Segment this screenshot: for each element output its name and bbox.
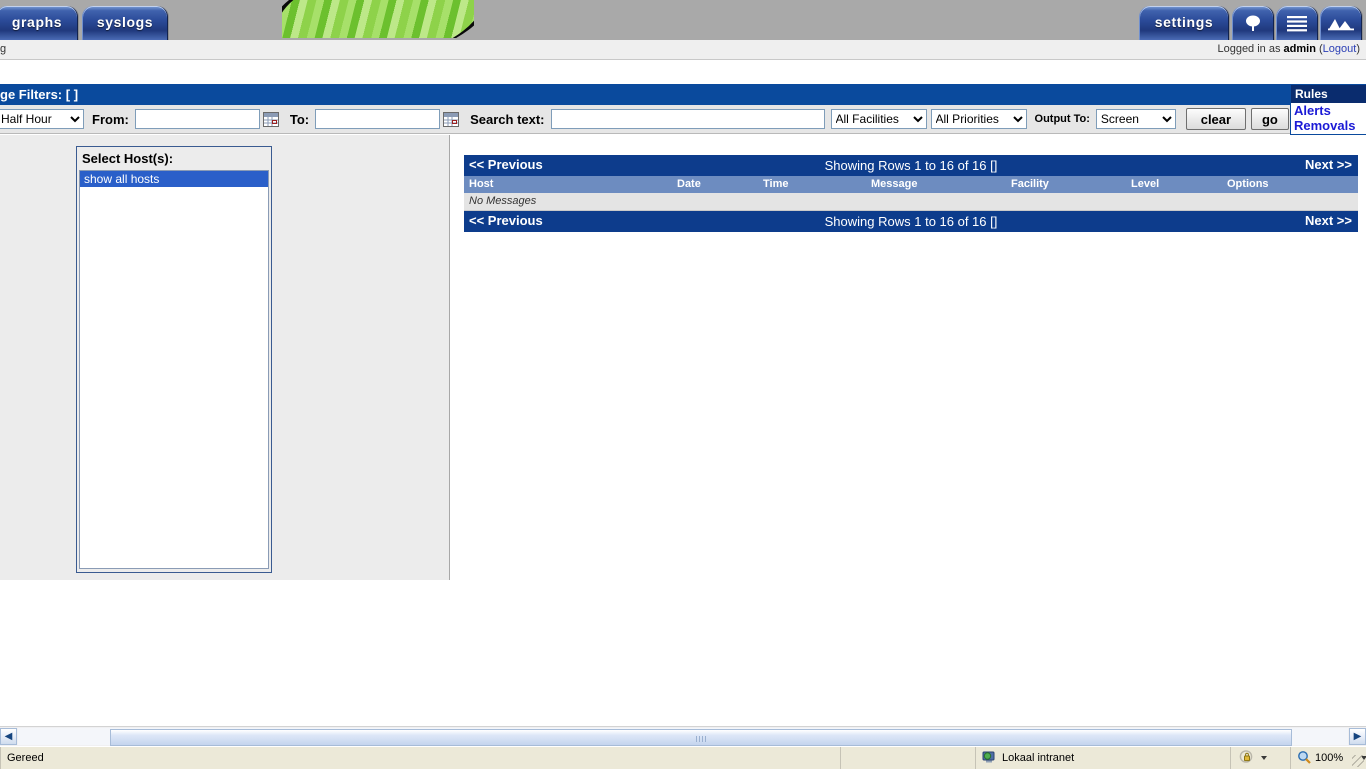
status-text: Gereed [0, 747, 847, 769]
scrollbar-thumb[interactable] [110, 729, 1292, 746]
tab-chart-view[interactable] [1320, 6, 1362, 40]
top-navigation-bar: graphs syslogs settings [0, 0, 1366, 42]
from-date-input[interactable] [134, 109, 260, 129]
rules-header: Rules [1291, 85, 1366, 103]
security-settings-segment[interactable] [1230, 747, 1299, 769]
calendar-icon-from[interactable] [262, 111, 279, 127]
column-header-level[interactable]: Level [1131, 178, 1159, 190]
go-button[interactable]: go [1250, 108, 1289, 130]
filters-title-suffix: [ ] [65, 87, 79, 102]
host-selection-panel: Select Host(s): show all hosts [0, 135, 450, 580]
column-header-date[interactable]: Date [677, 178, 701, 190]
showing-rows-top: Showing Rows 1 to 16 of 16 [] [824, 158, 998, 173]
browser-content-area: graphs syslogs settings g Logged in as a… [0, 0, 1366, 726]
tab-graphs[interactable]: graphs [0, 6, 78, 40]
tab-graphs-label: graphs [11, 14, 63, 30]
logo-green-stripes [282, 0, 474, 38]
tab-list-view[interactable] [1276, 6, 1318, 40]
logged-in-text: Logged in as admin (Logout) [1217, 43, 1360, 55]
output-to-select[interactable]: Screen [1095, 109, 1176, 129]
list-lines-icon [1286, 14, 1308, 32]
column-header-host[interactable]: Host [469, 178, 493, 190]
filters-controls-row: Half Hour From: To: Search text: All Fac… [0, 105, 1290, 134]
select-hosts-box: Select Host(s): show all hosts [76, 146, 272, 573]
column-header-facility[interactable]: Facility [1011, 178, 1049, 190]
to-label: To: [289, 111, 310, 127]
app-logo [282, 0, 474, 38]
showing-rows-bottom: Showing Rows 1 to 16 of 16 [] [824, 214, 998, 229]
column-header-message[interactable]: Message [871, 178, 917, 190]
time-range-select[interactable]: Half Hour [0, 109, 84, 129]
logout-paren-close: ) [1356, 43, 1360, 55]
calendar-icon-to[interactable] [443, 111, 460, 127]
browser-status-bar: Gereed Lokaal intranet 100% [0, 746, 1366, 769]
tab-syslogs-label: syslogs [96, 14, 154, 30]
to-date-input[interactable] [315, 109, 441, 129]
tab-settings-label: settings [1154, 14, 1214, 30]
pagination-top: << Previous Showing Rows 1 to 16 of 16 [… [464, 155, 1358, 176]
status-segment-empty-1 [840, 747, 976, 769]
no-messages-row: No Messages [464, 193, 1358, 211]
output-to-label: Output To: [1034, 113, 1090, 125]
filters-title-label: ge Filters: [0, 87, 63, 102]
filters-title-bar: ge Filters: [ ] [0, 84, 1290, 105]
tab-settings[interactable]: settings [1139, 6, 1229, 40]
search-text-label: Search text: [470, 111, 545, 127]
scrollbar-thumb-grip [696, 736, 706, 742]
logout-paren-open: ( [1315, 43, 1323, 55]
tree-icon [1243, 13, 1263, 33]
security-dropdown-caret[interactable] [1261, 756, 1267, 760]
pagination-bottom: << Previous Showing Rows 1 to 16 of 16 [… [464, 211, 1358, 232]
tab-syslogs[interactable]: syslogs [82, 6, 168, 40]
next-link-bottom[interactable]: Next >> [1305, 213, 1352, 228]
zoom-level-label: 100% [1315, 752, 1344, 764]
resize-grip[interactable] [1352, 755, 1364, 767]
column-header-time[interactable]: Time [763, 178, 788, 190]
monitor-globe-icon [982, 750, 996, 767]
rules-link-alerts[interactable]: Alerts [1294, 103, 1366, 118]
security-zone-label: Lokaal intranet [1002, 752, 1075, 764]
from-label: From: [92, 111, 129, 127]
next-link-top[interactable]: Next >> [1305, 157, 1352, 172]
lock-icon [1239, 749, 1254, 767]
scroll-left-arrow[interactable]: ◀ [0, 728, 17, 745]
session-bar: g Logged in as admin (Logout) [0, 40, 1366, 60]
rules-panel: Rules Alerts Removals [1290, 84, 1366, 135]
clear-button[interactable]: clear [1185, 108, 1246, 130]
host-listbox[interactable]: show all hosts [79, 170, 269, 569]
rules-links: Alerts Removals [1291, 103, 1366, 134]
mountain-chart-icon [1328, 15, 1354, 31]
host-option-show-all[interactable]: show all hosts [80, 171, 268, 187]
scrollbar-track[interactable] [18, 728, 1348, 746]
security-zone-segment[interactable]: Lokaal intranet [975, 747, 1237, 769]
tab-tree-view[interactable] [1232, 6, 1274, 40]
scroll-right-arrow[interactable]: ▶ [1349, 728, 1366, 745]
logged-in-username: admin [1283, 43, 1316, 55]
priority-select[interactable]: All Priorities [930, 109, 1027, 129]
facility-select[interactable]: All Facilities [830, 109, 927, 129]
select-hosts-label: Select Host(s): [82, 151, 174, 166]
logged-in-prefix: Logged in as [1217, 43, 1284, 55]
search-text-input[interactable] [550, 109, 825, 129]
clipped-left-text: g [0, 43, 7, 55]
syslog-results-table: << Previous Showing Rows 1 to 16 of 16 [… [464, 155, 1358, 232]
magnifier-icon [1297, 750, 1311, 767]
column-header-options: Options [1227, 178, 1269, 190]
horizontal-scrollbar[interactable]: ◀ ▶ [0, 726, 1366, 746]
logout-link[interactable]: Logout [1323, 43, 1357, 55]
rules-link-removals[interactable]: Removals [1294, 118, 1366, 133]
table-header-row: Host Date Time Message Facility Level Op… [464, 176, 1358, 193]
